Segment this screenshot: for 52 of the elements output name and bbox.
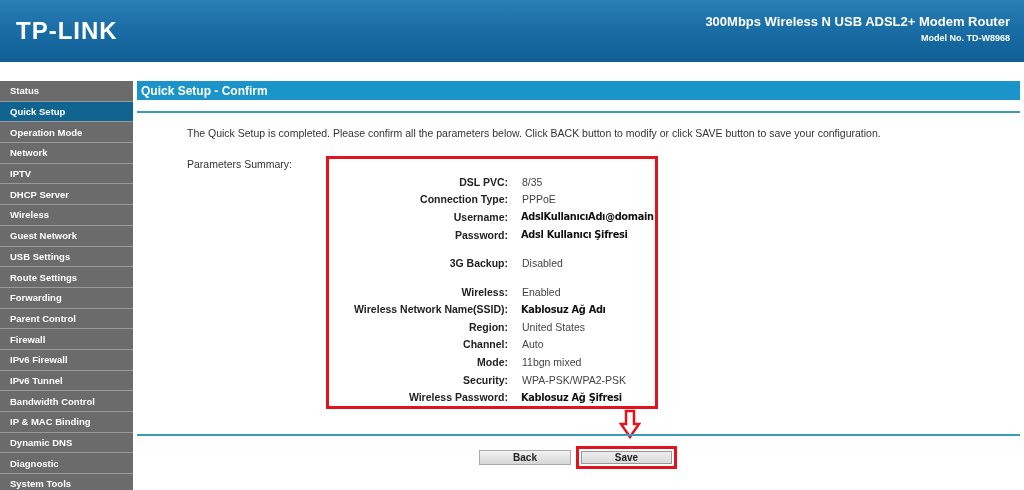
model-number: Model No. TD-W8968: [921, 32, 1010, 43]
parameter-label: Password:: [453, 228, 508, 241]
parameter-value: PPPoE: [522, 193, 556, 206]
sidebar-item[interactable]: IPTV: [0, 163, 133, 185]
sidebar-item[interactable]: Guest Network: [0, 225, 133, 247]
sidebar-item[interactable]: USB Settings: [0, 246, 133, 268]
page-title: Quick Setup - Confirm: [140, 83, 268, 98]
parameter-label: Security:: [462, 373, 508, 386]
sidebar-item[interactable]: Dynamic DNS: [0, 432, 133, 454]
sidebar-item[interactable]: Network: [0, 143, 133, 164]
sidebar-item[interactable]: Status: [0, 81, 133, 102]
sidebar-item[interactable]: Operation Mode: [0, 122, 133, 144]
product-name: 300Mbps Wireless N USB ADSL2+ Modem Router: [705, 13, 1010, 29]
parameter-value: Kablosuz Ağ Şifresi: [521, 391, 622, 403]
parameter-label: DSL PVC:: [458, 175, 508, 188]
instruction-text: The Quick Setup is completed. Please confirm all the parameters below. Click BACK button to modify or click SAVE button to save your configuration.: [187, 127, 882, 139]
sidebar-item[interactable]: Firewall: [0, 329, 133, 350]
sidebar-item[interactable]: IP & MAC Binding: [0, 412, 133, 433]
parameter-label: Username:: [452, 210, 508, 223]
parameter-value: United States: [522, 320, 586, 333]
parameter-value: WPA-PSK/WPA2-PSK: [522, 373, 627, 386]
summary-label: Parameters Summary:: [187, 158, 294, 172]
sidebar-item[interactable]: DHCP Server: [0, 184, 133, 206]
parameter-value: Disabled: [522, 257, 563, 270]
sidebar-item[interactable]: Route Settings: [0, 267, 133, 288]
back-button[interactable]: Back: [479, 450, 571, 465]
save-button[interactable]: Save: [576, 446, 677, 469]
parameter-value: 11bgn mixed: [522, 356, 582, 368]
brand-logo: TP-LINK: [16, 17, 118, 45]
parameter-label: Wireless:: [460, 285, 508, 298]
parameter-label: Region:: [467, 320, 508, 333]
sidebar-item[interactable]: IPv6 Tunnel: [0, 370, 133, 392]
parameter-value: Kablosuz Ağ Adı: [521, 303, 606, 315]
sidebar-item[interactable]: System Tools: [0, 474, 133, 490]
sidebar-item[interactable]: IPv6 Firewall: [0, 349, 133, 371]
parameter-label: 3G Backup:: [448, 257, 508, 270]
sidebar-item[interactable]: Parent Control: [0, 308, 133, 330]
parameter-label: Wireless Network Name(SSID):: [353, 303, 508, 316]
parameter-value: Auto: [522, 338, 544, 351]
sidebar-item[interactable]: Forwarding: [0, 287, 133, 309]
parameter-label: Mode:: [476, 356, 508, 368]
parameter-label: Wireless Password:: [407, 391, 508, 404]
sidebar-item[interactable]: Bandwidth Control: [0, 391, 133, 412]
sidebar-item[interactable]: Wireless: [0, 205, 133, 226]
sidebar-item[interactable]: Quick Setup: [0, 101, 133, 123]
parameter-value: Enabled: [522, 285, 561, 298]
sidebar-item[interactable]: Diagnostic: [0, 453, 133, 475]
parameter-value: Adsl Kullanıcı Şifresi: [521, 229, 628, 240]
parameter-value: AdslKullanıcıAdı@domain: [521, 211, 654, 223]
parameter-label: Channel:: [462, 338, 508, 351]
parameter-value: 8/35: [522, 175, 543, 188]
parameter-label: Connection Type:: [419, 193, 508, 206]
